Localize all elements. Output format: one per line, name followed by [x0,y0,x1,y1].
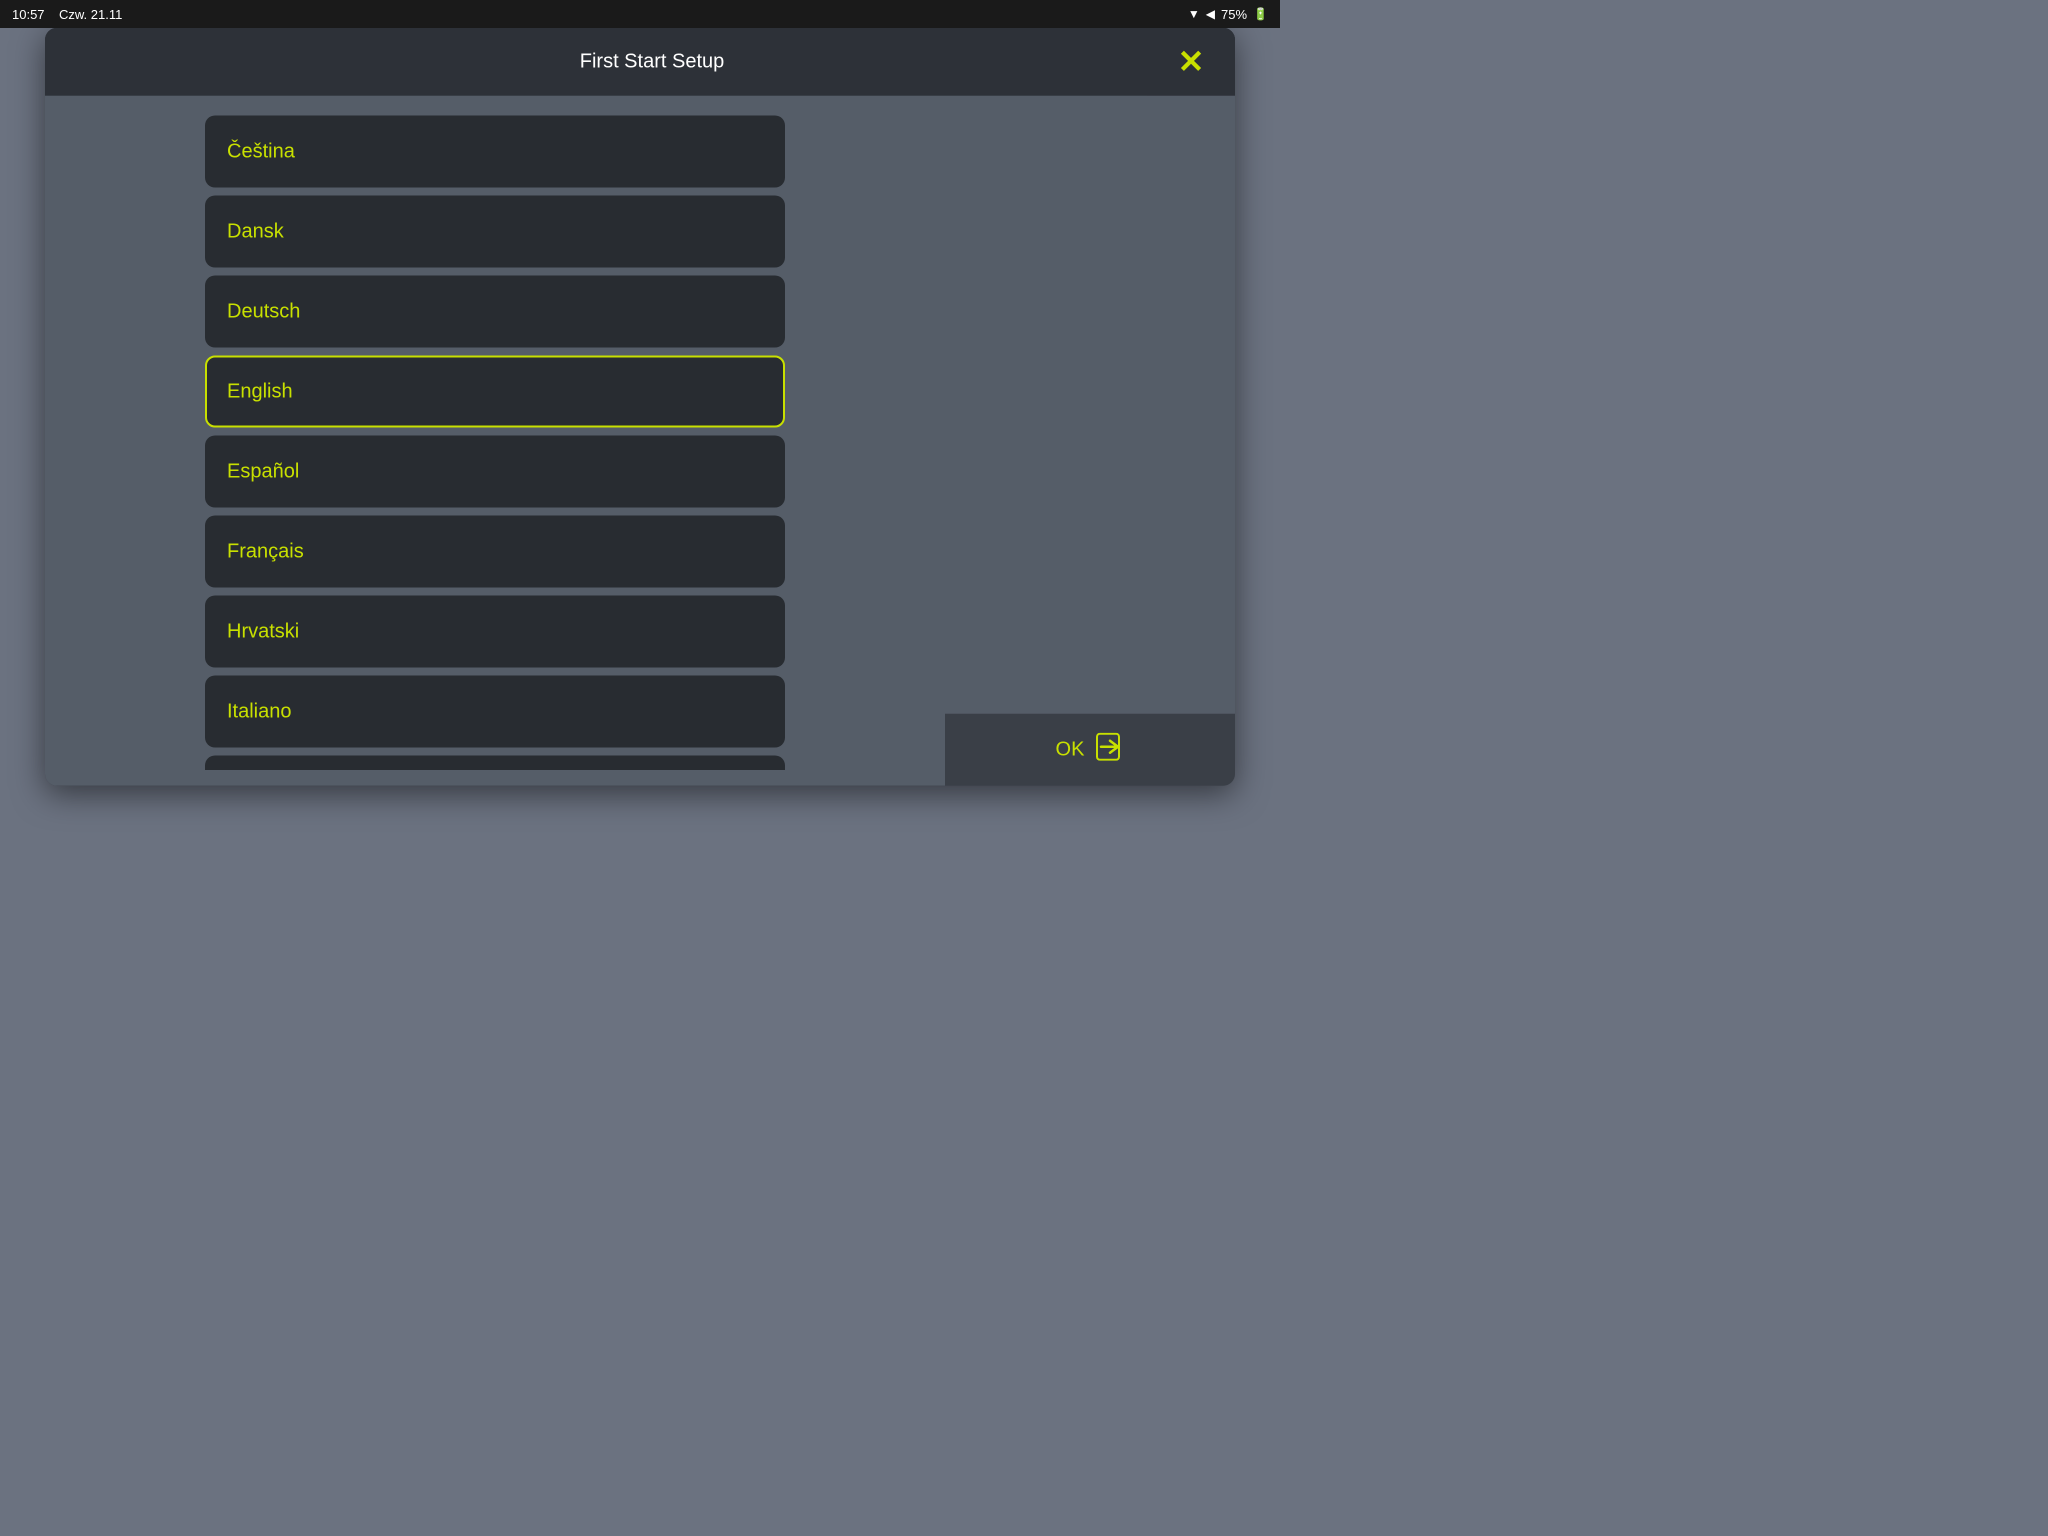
status-date: Czw. 21.11 [59,7,122,22]
language-list-area: Čeština Dansk Deutsch English Español Françai… [45,96,945,786]
close-button[interactable]: ✕ [1147,28,1235,96]
language-label-deutsch: Deutsch [227,300,300,323]
status-icons: ▼ ◀ 75% 🔋 [1188,7,1268,22]
language-item-hrvatski[interactable]: Hrvatski [205,596,785,668]
status-time-date: 10:57 Czw. 21.11 [12,7,122,22]
battery-icon: 🔋 [1253,7,1268,21]
right-panel: OK [945,96,1235,786]
wifi-icon: ▼ [1188,7,1200,21]
status-bar: 10:57 Czw. 21.11 ▼ ◀ 75% 🔋 [0,0,1280,28]
language-label-english: English [227,380,293,403]
language-item-francais[interactable]: Français [205,516,785,588]
language-list: Čeština Dansk Deutsch English Español Françai… [205,112,785,770]
dialog-body: Čeština Dansk Deutsch English Español Françai… [45,96,1235,786]
ok-arrow-icon [1096,732,1124,767]
language-item-english[interactable]: English [205,356,785,428]
language-item-dansk[interactable]: Dansk [205,196,785,268]
status-time: 10:57 [12,7,45,22]
close-icon: ✕ [1178,46,1205,78]
language-label-francais: Français [227,540,304,563]
language-label-espanol: Español [227,460,299,483]
ok-button[interactable]: OK [945,714,1235,786]
signal-icon: ◀ [1206,7,1215,21]
ok-label: OK [1056,738,1085,761]
language-label-dansk: Dansk [227,220,284,243]
first-start-dialog: First Start Setup ✕ Čeština Dansk Deutsch E… [45,28,1235,786]
language-item-italiano[interactable]: Italiano [205,676,785,748]
language-item-magyar[interactable]: Magyar [205,756,785,770]
dialog-header: First Start Setup ✕ [45,28,1235,96]
battery-percent: 75% [1221,7,1247,22]
dialog-title: First Start Setup [157,50,1147,73]
language-item-cestina[interactable]: Čeština [205,116,785,188]
language-label-hrvatski: Hrvatski [227,620,299,643]
language-label-cestina: Čeština [227,140,295,163]
language-item-deutsch[interactable]: Deutsch [205,276,785,348]
language-item-espanol[interactable]: Español [205,436,785,508]
language-label-italiano: Italiano [227,700,292,723]
